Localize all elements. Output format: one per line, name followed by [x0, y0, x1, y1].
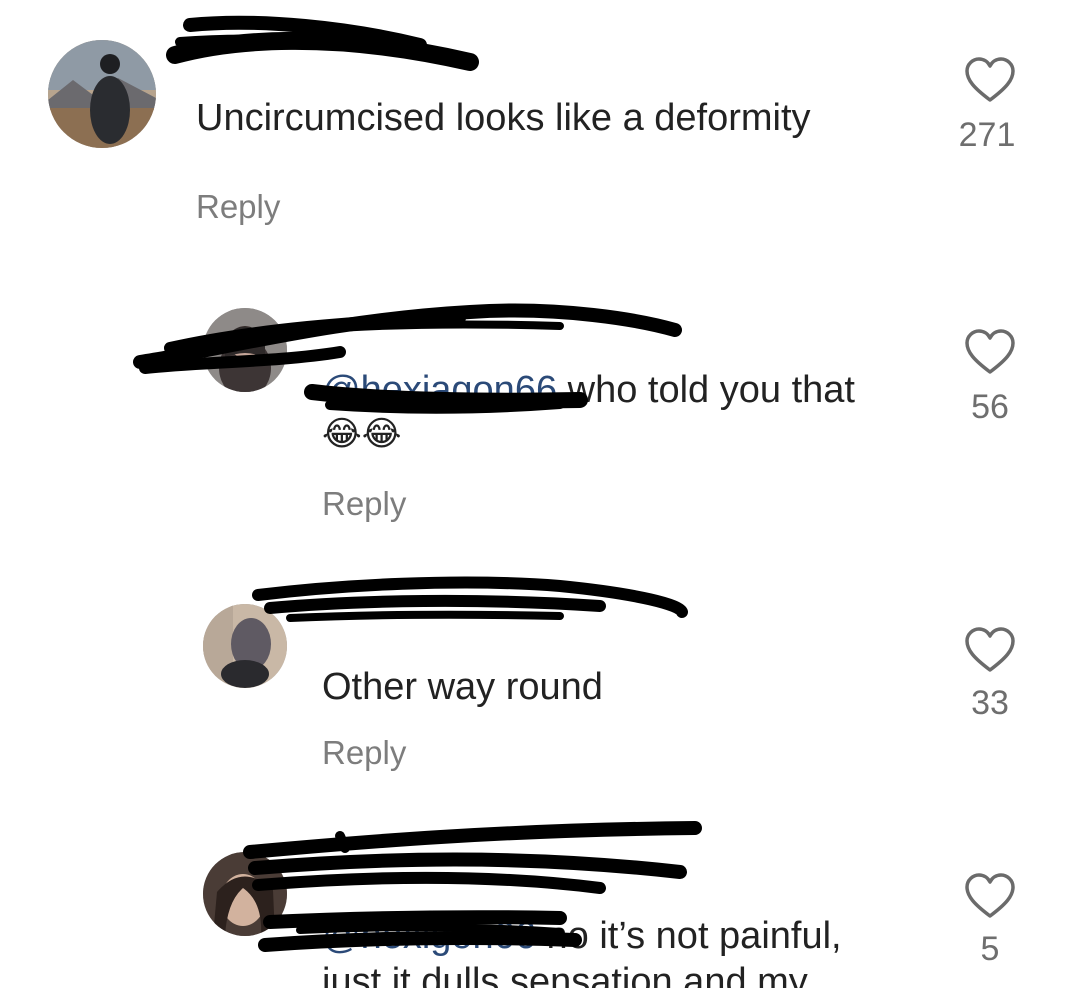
comment-body: no it’s not painful,: [546, 915, 842, 957]
comment-2: @hexiagon66 who told you that 😂😂 Reply 5…: [0, 280, 1080, 550]
like-count: 271: [958, 116, 1016, 154]
avatar[interactable]: [203, 852, 287, 936]
heart-outline-icon[interactable]: [964, 626, 1016, 674]
avatar[interactable]: [203, 308, 287, 392]
comment-1: Uncircumcised looks like a deformity Rep…: [0, 0, 1080, 260]
mention-link[interactable]: @hexiagon66: [322, 369, 557, 411]
comment-text: @hexigon66 no it’s not painful,: [322, 914, 842, 960]
reply-button[interactable]: Reply: [196, 188, 280, 226]
avatar[interactable]: [48, 40, 156, 148]
comment-body: who told you that: [567, 369, 855, 411]
heart-outline-icon[interactable]: [964, 56, 1016, 104]
like-count: 56: [971, 388, 1009, 426]
avatar-landscape-image: [48, 40, 156, 148]
mention-link[interactable]: @hexigon66: [322, 915, 536, 957]
like-count: 33: [971, 684, 1009, 722]
heart-outline-icon[interactable]: [964, 328, 1016, 376]
emoji-line: 😂😂: [322, 414, 402, 454]
comment-text: Uncircumcised looks like a deformity: [196, 97, 811, 139]
comment-3: Other way round Reply 33: [0, 580, 1080, 810]
reply-button[interactable]: Reply: [322, 485, 406, 523]
comment-text: Other way round: [322, 666, 603, 708]
avatar-photo-image: [203, 604, 287, 688]
comment-4: @hexigon66 no it’s not painful, just it …: [0, 830, 1080, 988]
like-count: 5: [980, 930, 1000, 968]
avatar-portrait-image: [203, 308, 287, 392]
heart-outline-icon[interactable]: [964, 872, 1016, 920]
reply-button[interactable]: Reply: [322, 734, 406, 772]
avatar[interactable]: [203, 604, 287, 688]
avatar-selfie-image: [203, 852, 287, 936]
comment-text: @hexiagon66 who told you that: [322, 368, 855, 414]
comment-text-line-2: just it dulls sensation and my: [322, 961, 808, 988]
